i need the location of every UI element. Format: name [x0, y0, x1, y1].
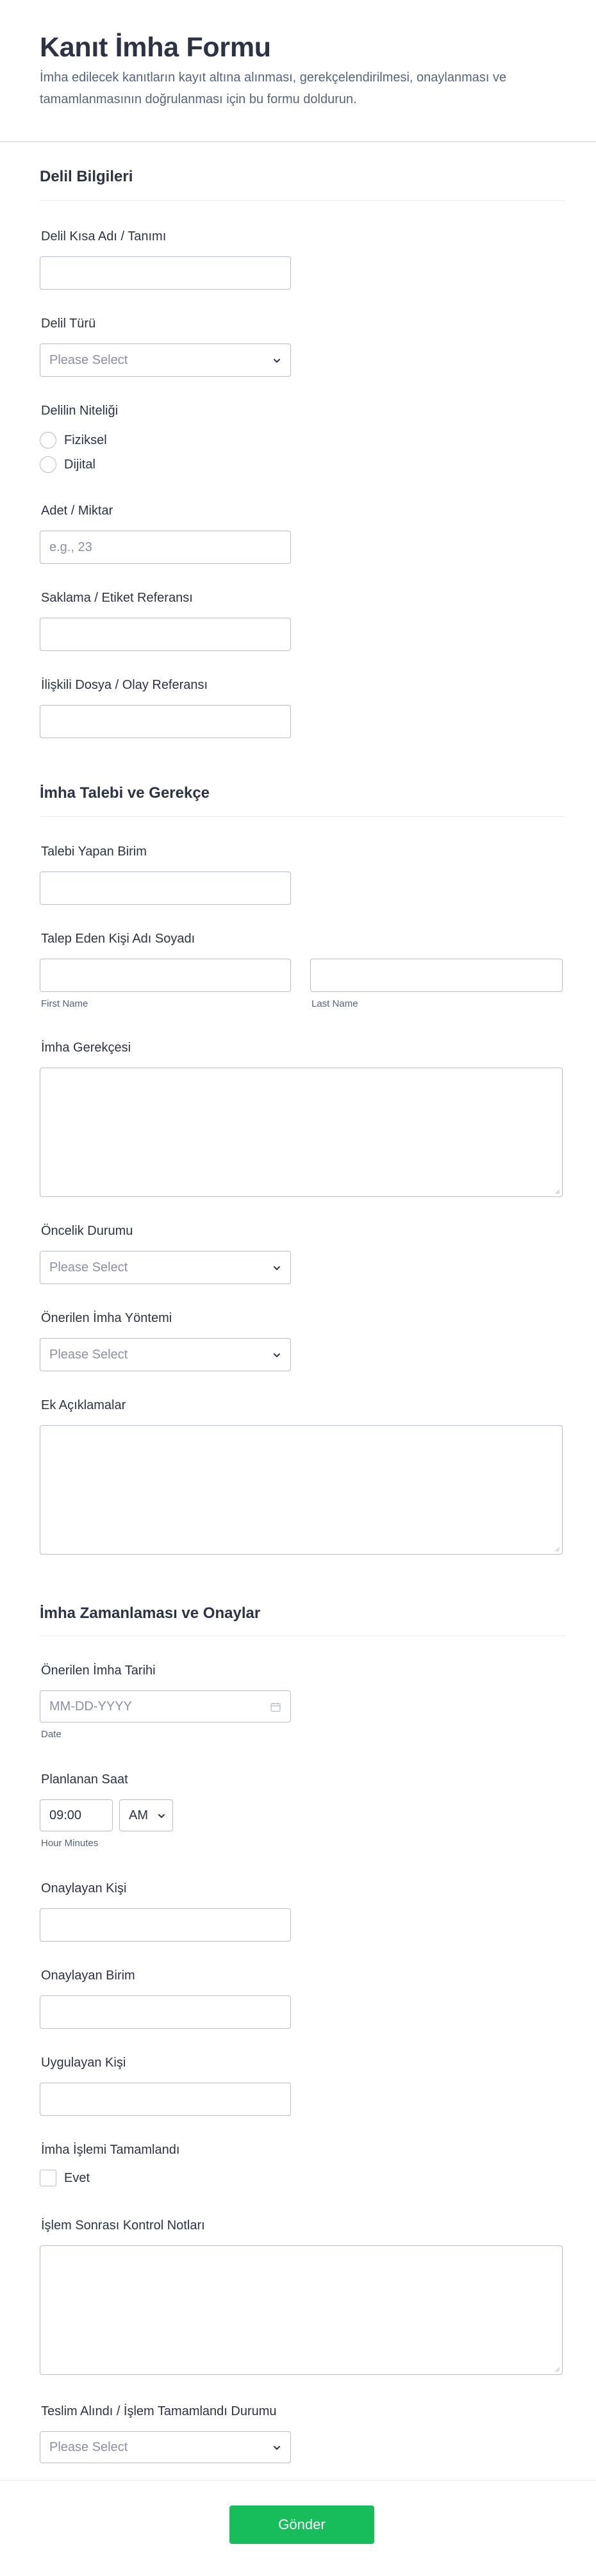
- method-select[interactable]: Please Select: [40, 1338, 291, 1371]
- chevron-down-icon: [158, 1814, 165, 1818]
- section-title-schedule: İmha Zamanlaması ve Onaylar: [40, 1605, 261, 1622]
- executor-input[interactable]: [40, 2083, 291, 2116]
- section-title-request: İmha Talebi ve Gerekçe: [40, 784, 210, 802]
- section-divider: [40, 1635, 565, 1636]
- form-header: Kanıt İmha Formu İmha edilecek kanıtları…: [0, 0, 596, 142]
- evidence-type-placeholder: Please Select: [49, 353, 128, 367]
- method-placeholder: Please Select: [49, 1348, 128, 1362]
- proposed-date-label: Önerilen İmha Tarihi: [41, 1664, 156, 1678]
- section-divider: [40, 200, 565, 201]
- storage-ref-label: Saklama / Etiket Referansı: [41, 591, 193, 605]
- quantity-placeholder: e.g., 23: [49, 540, 92, 554]
- last-name-sublabel: Last Name: [311, 998, 358, 1009]
- checkbox-label: Evet: [64, 2171, 90, 2185]
- time-sublabel: Hour Minutes: [41, 1838, 99, 1849]
- chevron-down-icon: [274, 359, 280, 363]
- reason-textarea[interactable]: [40, 1068, 563, 1197]
- completed-label: İmha İşlemi Tamamlandı: [41, 2143, 180, 2157]
- resize-handle-icon[interactable]: [554, 1546, 560, 1552]
- calendar-icon[interactable]: [270, 1701, 281, 1713]
- radio-label: Fiziksel: [64, 433, 107, 447]
- resize-handle-icon[interactable]: [554, 1188, 560, 1194]
- quantity-input[interactable]: e.g., 23: [40, 531, 291, 564]
- chevron-down-icon: [274, 1353, 280, 1357]
- case-ref-label: İlişkili Dosya / Olay Referansı: [41, 678, 208, 692]
- radio-button[interactable]: [40, 456, 56, 473]
- hour-minutes-input[interactable]: 09:00: [40, 1799, 113, 1831]
- resize-handle-icon[interactable]: [554, 2366, 560, 2372]
- proposed-date-input[interactable]: MM-DD-YYYY: [40, 1690, 291, 1722]
- post-notes-label: İşlem Sonrası Kontrol Notları: [41, 2218, 205, 2233]
- approver-input[interactable]: [40, 1908, 291, 1942]
- time-value: 09:00: [49, 1808, 82, 1822]
- handover-status-placeholder: Please Select: [49, 2440, 128, 2454]
- approving-unit-input[interactable]: [40, 1995, 291, 2029]
- first-name-sublabel: First Name: [41, 998, 88, 1009]
- post-notes-textarea[interactable]: [40, 2245, 563, 2375]
- evidence-type-label: Delil Türü: [41, 317, 96, 331]
- case-ref-input[interactable]: [40, 705, 291, 738]
- evidence-nature-label: Delilin Niteliği: [41, 404, 119, 418]
- submit-button[interactable]: Gönder: [229, 2506, 374, 2544]
- footer-divider: [0, 2480, 596, 2481]
- priority-label: Öncelik Durumu: [41, 1224, 133, 1238]
- priority-select[interactable]: Please Select: [40, 1251, 291, 1284]
- ampm-value: AM: [129, 1808, 148, 1822]
- radio-label: Dijital: [64, 458, 95, 472]
- method-label: Önerilen İmha Yöntemi: [41, 1311, 172, 1325]
- evidence-type-select[interactable]: Please Select: [40, 343, 291, 377]
- executor-label: Uygulayan Kişi: [41, 2056, 126, 2070]
- reason-label: İmha Gerekçesi: [41, 1041, 131, 1055]
- storage-ref-input[interactable]: [40, 618, 291, 651]
- approver-label: Onaylayan Kişi: [41, 1881, 127, 1895]
- handover-status-label: Teslim Alındı / İşlem Tamamlandı Durumu: [41, 2404, 277, 2418]
- priority-placeholder: Please Select: [49, 1260, 128, 1275]
- checkbox[interactable]: [40, 2170, 56, 2186]
- form-title: Kanıt İmha Formu: [40, 32, 271, 63]
- chevron-down-icon: [274, 1266, 280, 1270]
- chevron-down-icon: [274, 2446, 280, 2450]
- section-divider: [40, 816, 565, 817]
- last-name-input[interactable]: [310, 959, 563, 992]
- ampm-select[interactable]: AM: [119, 1799, 173, 1831]
- evidence-name-label: Delil Kısa Adı / Tanımı: [41, 229, 167, 244]
- requester-name-label: Talep Eden Kişi Adı Soyadı: [41, 932, 195, 946]
- notes-label: Ek Açıklamalar: [41, 1398, 126, 1412]
- planned-time-label: Planlanan Saat: [41, 1772, 128, 1787]
- section-title-evidence: Delil Bilgileri: [40, 168, 133, 185]
- radio-button[interactable]: [40, 432, 56, 449]
- form-subtitle: İmha edilecek kanıtların kayıt altına al…: [40, 70, 507, 106]
- date-placeholder: MM-DD-YYYY: [49, 1699, 132, 1713]
- evidence-name-input[interactable]: [40, 256, 291, 290]
- approving-unit-label: Onaylayan Birim: [41, 1969, 135, 1983]
- form-card: Kanıt İmha Formu İmha edilecek kanıtları…: [0, 0, 596, 2576]
- quantity-label: Adet / Miktar: [41, 504, 113, 518]
- date-sublabel: Date: [41, 1729, 62, 1740]
- handover-status-select[interactable]: Please Select: [40, 2431, 291, 2463]
- notes-textarea[interactable]: [40, 1425, 563, 1555]
- requesting-unit-label: Talebi Yapan Birim: [41, 845, 147, 859]
- first-name-input[interactable]: [40, 959, 291, 992]
- requesting-unit-input[interactable]: [40, 871, 291, 905]
